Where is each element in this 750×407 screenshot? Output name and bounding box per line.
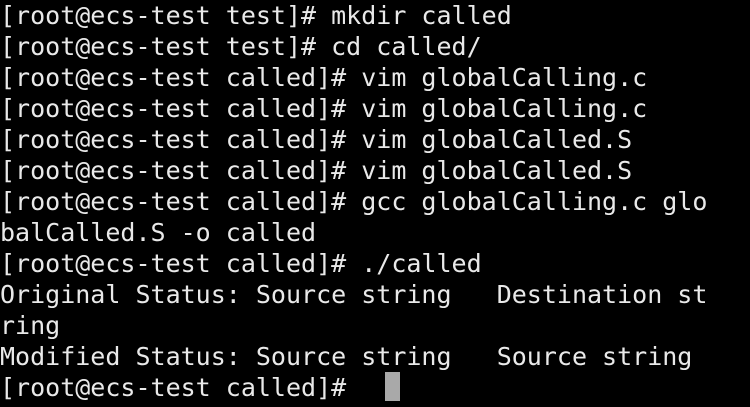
- terminal-line: [root@ecs-test called]# gcc globalCallin…: [0, 187, 708, 216]
- terminal-line: Original Status: Source string Destinati…: [0, 280, 708, 309]
- terminal-line: [root@ecs-test test]# cd called/: [0, 32, 482, 61]
- text-cursor: [385, 372, 400, 401]
- terminal-line: [root@ecs-test called]# ./called: [0, 249, 482, 278]
- terminal-prompt-line: [root@ecs-test called]#: [0, 373, 362, 402]
- terminal-line: [root@ecs-test called]# vim globalCalled…: [0, 125, 633, 154]
- terminal-line: [root@ecs-test test]# mkdir called: [0, 1, 512, 30]
- terminal-line: Modified Status: Source string Source st…: [0, 342, 693, 371]
- terminal-line: [root@ecs-test called]# vim globalCallin…: [0, 94, 648, 123]
- terminal-line: ring: [0, 311, 61, 340]
- terminal-window[interactable]: [root@ecs-test test]# mkdir called [root…: [0, 0, 750, 407]
- terminal-line: balCalled.S -o called: [0, 218, 317, 247]
- terminal-line: [root@ecs-test called]# vim globalCalled…: [0, 156, 633, 185]
- terminal-line: [root@ecs-test called]# vim globalCallin…: [0, 63, 648, 92]
